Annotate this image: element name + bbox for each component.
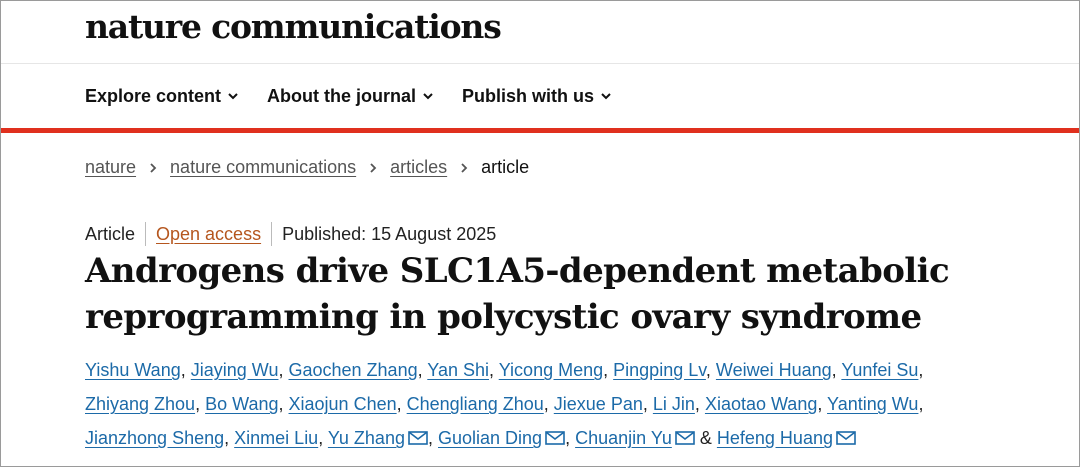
nav-item-label: Explore content	[85, 85, 222, 106]
article-title-line2: reprogramming in polycystic ovary syndro…	[85, 297, 922, 337]
author-link[interactable]: Bo Wang	[205, 394, 278, 414]
author-link[interactable]: Yunfei Su	[841, 360, 918, 380]
meta-divider	[145, 222, 147, 246]
nav-item-label: Publish with us	[462, 85, 595, 106]
author-separator: ,	[489, 360, 495, 380]
author-link[interactable]: Gaochen Zhang	[289, 360, 418, 380]
mail-icon[interactable]	[675, 422, 695, 445]
breadcrumb-articles[interactable]: articles	[390, 157, 447, 178]
author-link[interactable]: Yishu Wang	[85, 360, 181, 380]
author-link[interactable]: Xiaotao Wang	[705, 394, 817, 414]
author-separator: ,	[817, 394, 823, 414]
author-separator: ,	[417, 360, 423, 380]
author-separator: ,	[565, 428, 571, 448]
mail-icon[interactable]	[408, 422, 428, 445]
breadcrumb-current: article	[481, 157, 530, 177]
chevron-down-icon	[601, 93, 611, 100]
breadcrumb: nature nature communications articles ar…	[85, 157, 529, 178]
published-date: Published: 15 August 2025	[282, 223, 497, 244]
nav-explore-content[interactable]: Explore content	[85, 81, 239, 111]
author-separator: ,	[278, 360, 284, 380]
article-title: Androgens drive SLC1A5-dependent metabol…	[85, 248, 985, 340]
author-separator: ,	[705, 360, 711, 380]
author-link[interactable]: Xinmei Liu	[234, 428, 318, 448]
author-separator: ,	[318, 428, 324, 448]
chevron-right-icon	[370, 162, 377, 173]
meta-divider	[271, 222, 273, 246]
author-link[interactable]: Guolian Ding	[438, 428, 542, 448]
breadcrumb-nature-communications[interactable]: nature communications	[170, 157, 356, 178]
author-separator: ,	[180, 360, 186, 380]
author-separator: ,	[224, 428, 230, 448]
author-link[interactable]: Yanting Wu	[827, 394, 918, 414]
chevron-down-icon	[423, 93, 433, 100]
page-frame: nature communications Explore content Ab…	[0, 0, 1080, 467]
main-nav: Explore content About the journal Publis…	[85, 81, 640, 111]
author-separator: ,	[642, 394, 648, 414]
author-separator: ,	[694, 394, 700, 414]
author-separator: ,	[543, 394, 549, 414]
author-separator: ,	[278, 394, 284, 414]
nav-accent-bar	[1, 128, 1079, 133]
chevron-down-icon	[228, 93, 238, 100]
author-link[interactable]: Li Jin	[653, 394, 695, 414]
author-link[interactable]: Hefeng Huang	[717, 428, 833, 448]
author-link[interactable]: Yu Zhang	[328, 428, 405, 448]
author-separator: ,	[918, 394, 924, 414]
author-link[interactable]: Xiaojun Chen	[289, 394, 397, 414]
article-meta: Article Open access Published: 15 August…	[85, 222, 496, 246]
author-separator: ,	[396, 394, 402, 414]
author-separator: &	[699, 428, 712, 448]
open-access-link[interactable]: Open access	[156, 224, 261, 245]
mail-icon[interactable]	[836, 422, 856, 445]
author-separator: ,	[427, 428, 433, 448]
author-link[interactable]: Jiexue Pan	[554, 394, 643, 414]
author-link[interactable]: Yan Shi	[427, 360, 489, 380]
article-title-line1: Androgens drive SLC1A5-dependent metabol…	[85, 251, 950, 291]
author-separator: ,	[831, 360, 837, 380]
nav-publish-with-us[interactable]: Publish with us	[462, 81, 612, 111]
journal-logo[interactable]: nature communications	[85, 7, 502, 46]
author-link[interactable]: Jiaying Wu	[191, 360, 279, 380]
mail-icon[interactable]	[545, 422, 565, 445]
breadcrumb-nature[interactable]: nature	[85, 157, 136, 178]
author-link[interactable]: Chengliang Zhou	[407, 394, 544, 414]
author-link[interactable]: Yicong Meng	[499, 360, 603, 380]
author-separator: ,	[195, 394, 201, 414]
author-link[interactable]: Jianzhong Sheng	[85, 428, 224, 448]
author-link[interactable]: Chuanjin Yu	[575, 428, 672, 448]
author-list: Yishu Wang, Jiaying Wu, Gaochen Zhang, Y…	[85, 353, 985, 455]
nav-item-label: About the journal	[267, 85, 417, 106]
nav-about-the-journal[interactable]: About the journal	[267, 81, 434, 111]
author-link[interactable]: Zhiyang Zhou	[85, 394, 195, 414]
article-type: Article	[85, 223, 136, 244]
chevron-right-icon	[461, 162, 468, 173]
author-link[interactable]: Pingping Lv	[613, 360, 706, 380]
masthead: nature communications	[1, 1, 1079, 64]
author-separator: ,	[918, 360, 924, 380]
author-link[interactable]: Weiwei Huang	[716, 360, 832, 380]
author-separator: ,	[603, 360, 609, 380]
chevron-right-icon	[150, 162, 157, 173]
